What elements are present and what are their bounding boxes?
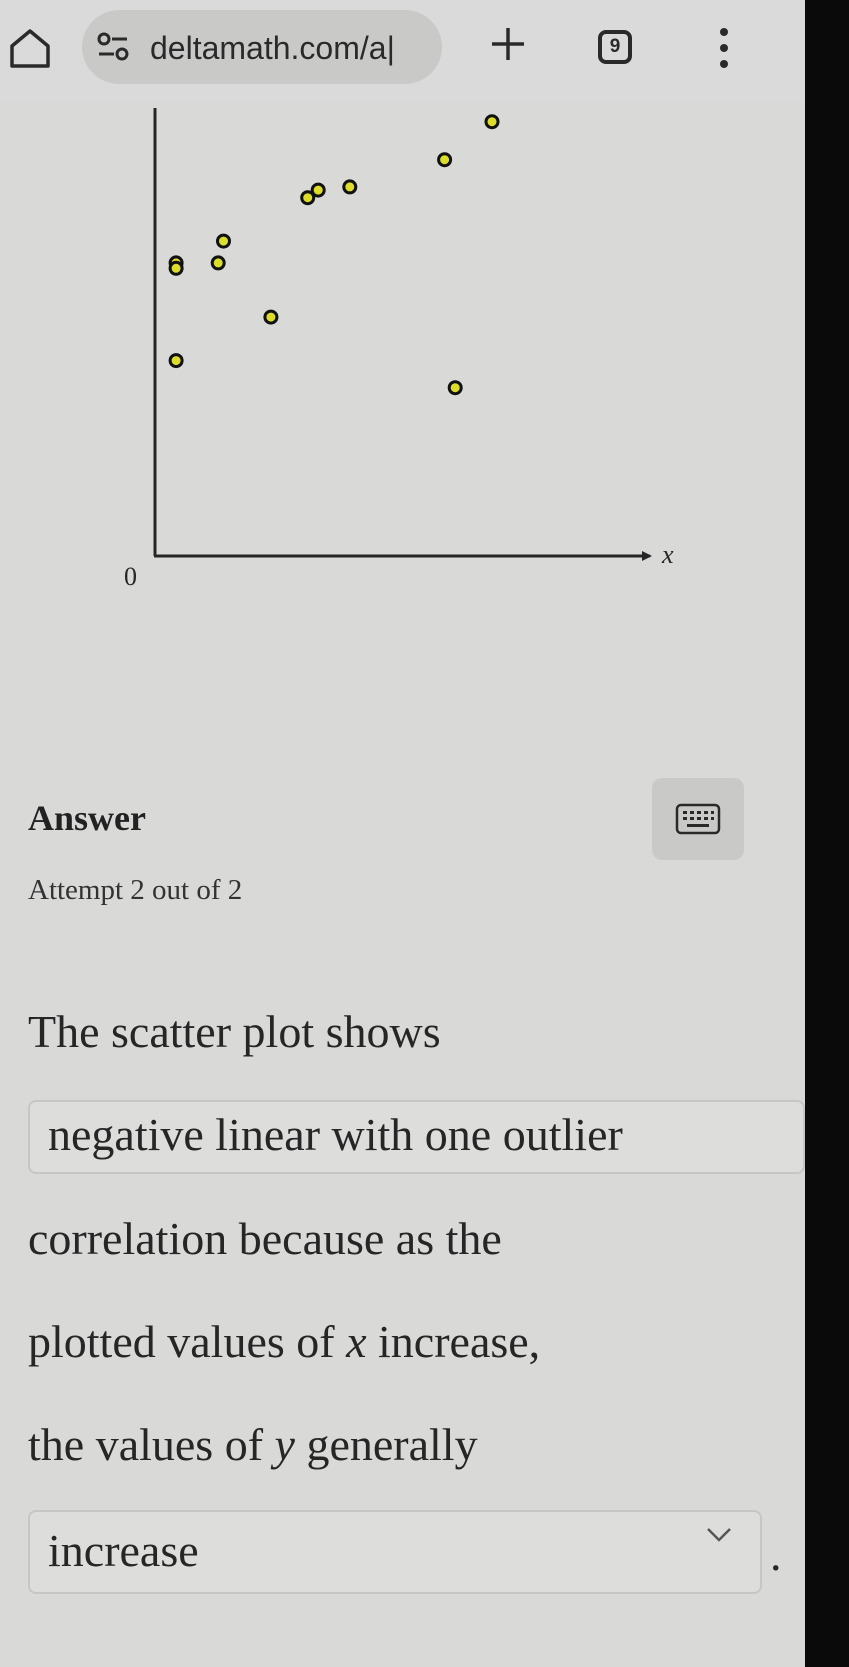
scatter-point-4 <box>210 255 226 271</box>
prompt-line-4-start: the values of <box>28 1419 275 1470</box>
home-icon <box>10 29 50 68</box>
scatter-point-8 <box>310 182 326 198</box>
more-menu-icon <box>720 28 728 68</box>
correlation-answer-value: negative linear with one outlier <box>48 1109 623 1160</box>
tab-count: 9 <box>609 36 621 57</box>
browser-toolbar: deltamath.com/a| 9 <box>0 0 805 100</box>
sentence-period: . <box>770 1529 782 1580</box>
variable-y: y <box>274 1419 295 1470</box>
prompt-line-3: plotted values of x increase, <box>28 1315 540 1368</box>
correlation-answer-field[interactable]: negative linear with one outlier <box>28 1100 805 1174</box>
more-menu-button[interactable] <box>712 24 736 72</box>
scatter-point-3 <box>168 260 184 276</box>
scatter-point-10 <box>437 152 453 168</box>
origin-label: 0 <box>124 562 137 591</box>
site-settings-icon <box>97 32 129 61</box>
scatter-plot <box>153 108 652 561</box>
answer-heading: Answer <box>28 798 146 838</box>
scatter-point-9 <box>342 179 358 195</box>
prompt-line-1: The scatter plot shows <box>28 1006 441 1057</box>
scatter-point-5 <box>216 233 231 249</box>
tab-switcher-button[interactable]: 9 <box>598 30 632 64</box>
attempt-counter: Attempt 2 out of 2 <box>28 874 243 906</box>
new-tab-icon <box>492 28 524 60</box>
scatter-point-12 <box>484 114 500 130</box>
prompt-line-2: correlation because as the <box>28 1213 502 1264</box>
prompt-line-4-end: generally <box>294 1419 478 1470</box>
keyboard-button[interactable] <box>652 778 744 860</box>
keyboard-icon <box>675 803 721 835</box>
prompt-line-4: the values of y generally <box>28 1418 478 1471</box>
device-bezel <box>805 0 849 1667</box>
prompt-line-3-start: plotted values of <box>28 1316 347 1367</box>
scatter-point-1 <box>168 353 184 369</box>
trend-dropdown[interactable]: increase <box>28 1510 762 1594</box>
url-text: deltamath.com/a| <box>150 30 395 66</box>
new-tab-button[interactable] <box>488 24 528 64</box>
variable-x: x <box>346 1316 367 1367</box>
chevron-down-icon[interactable] <box>705 1526 733 1544</box>
data-points <box>168 114 500 396</box>
home-button[interactable] <box>8 26 52 70</box>
x-axis-label: x <box>662 540 674 569</box>
scatter-point-11 <box>447 380 463 396</box>
trend-dropdown-value: increase <box>48 1525 199 1576</box>
prompt-line-3-end: increase, <box>366 1316 541 1367</box>
address-bar[interactable]: deltamath.com/a| <box>82 10 442 84</box>
scatter-point-6 <box>263 309 279 325</box>
